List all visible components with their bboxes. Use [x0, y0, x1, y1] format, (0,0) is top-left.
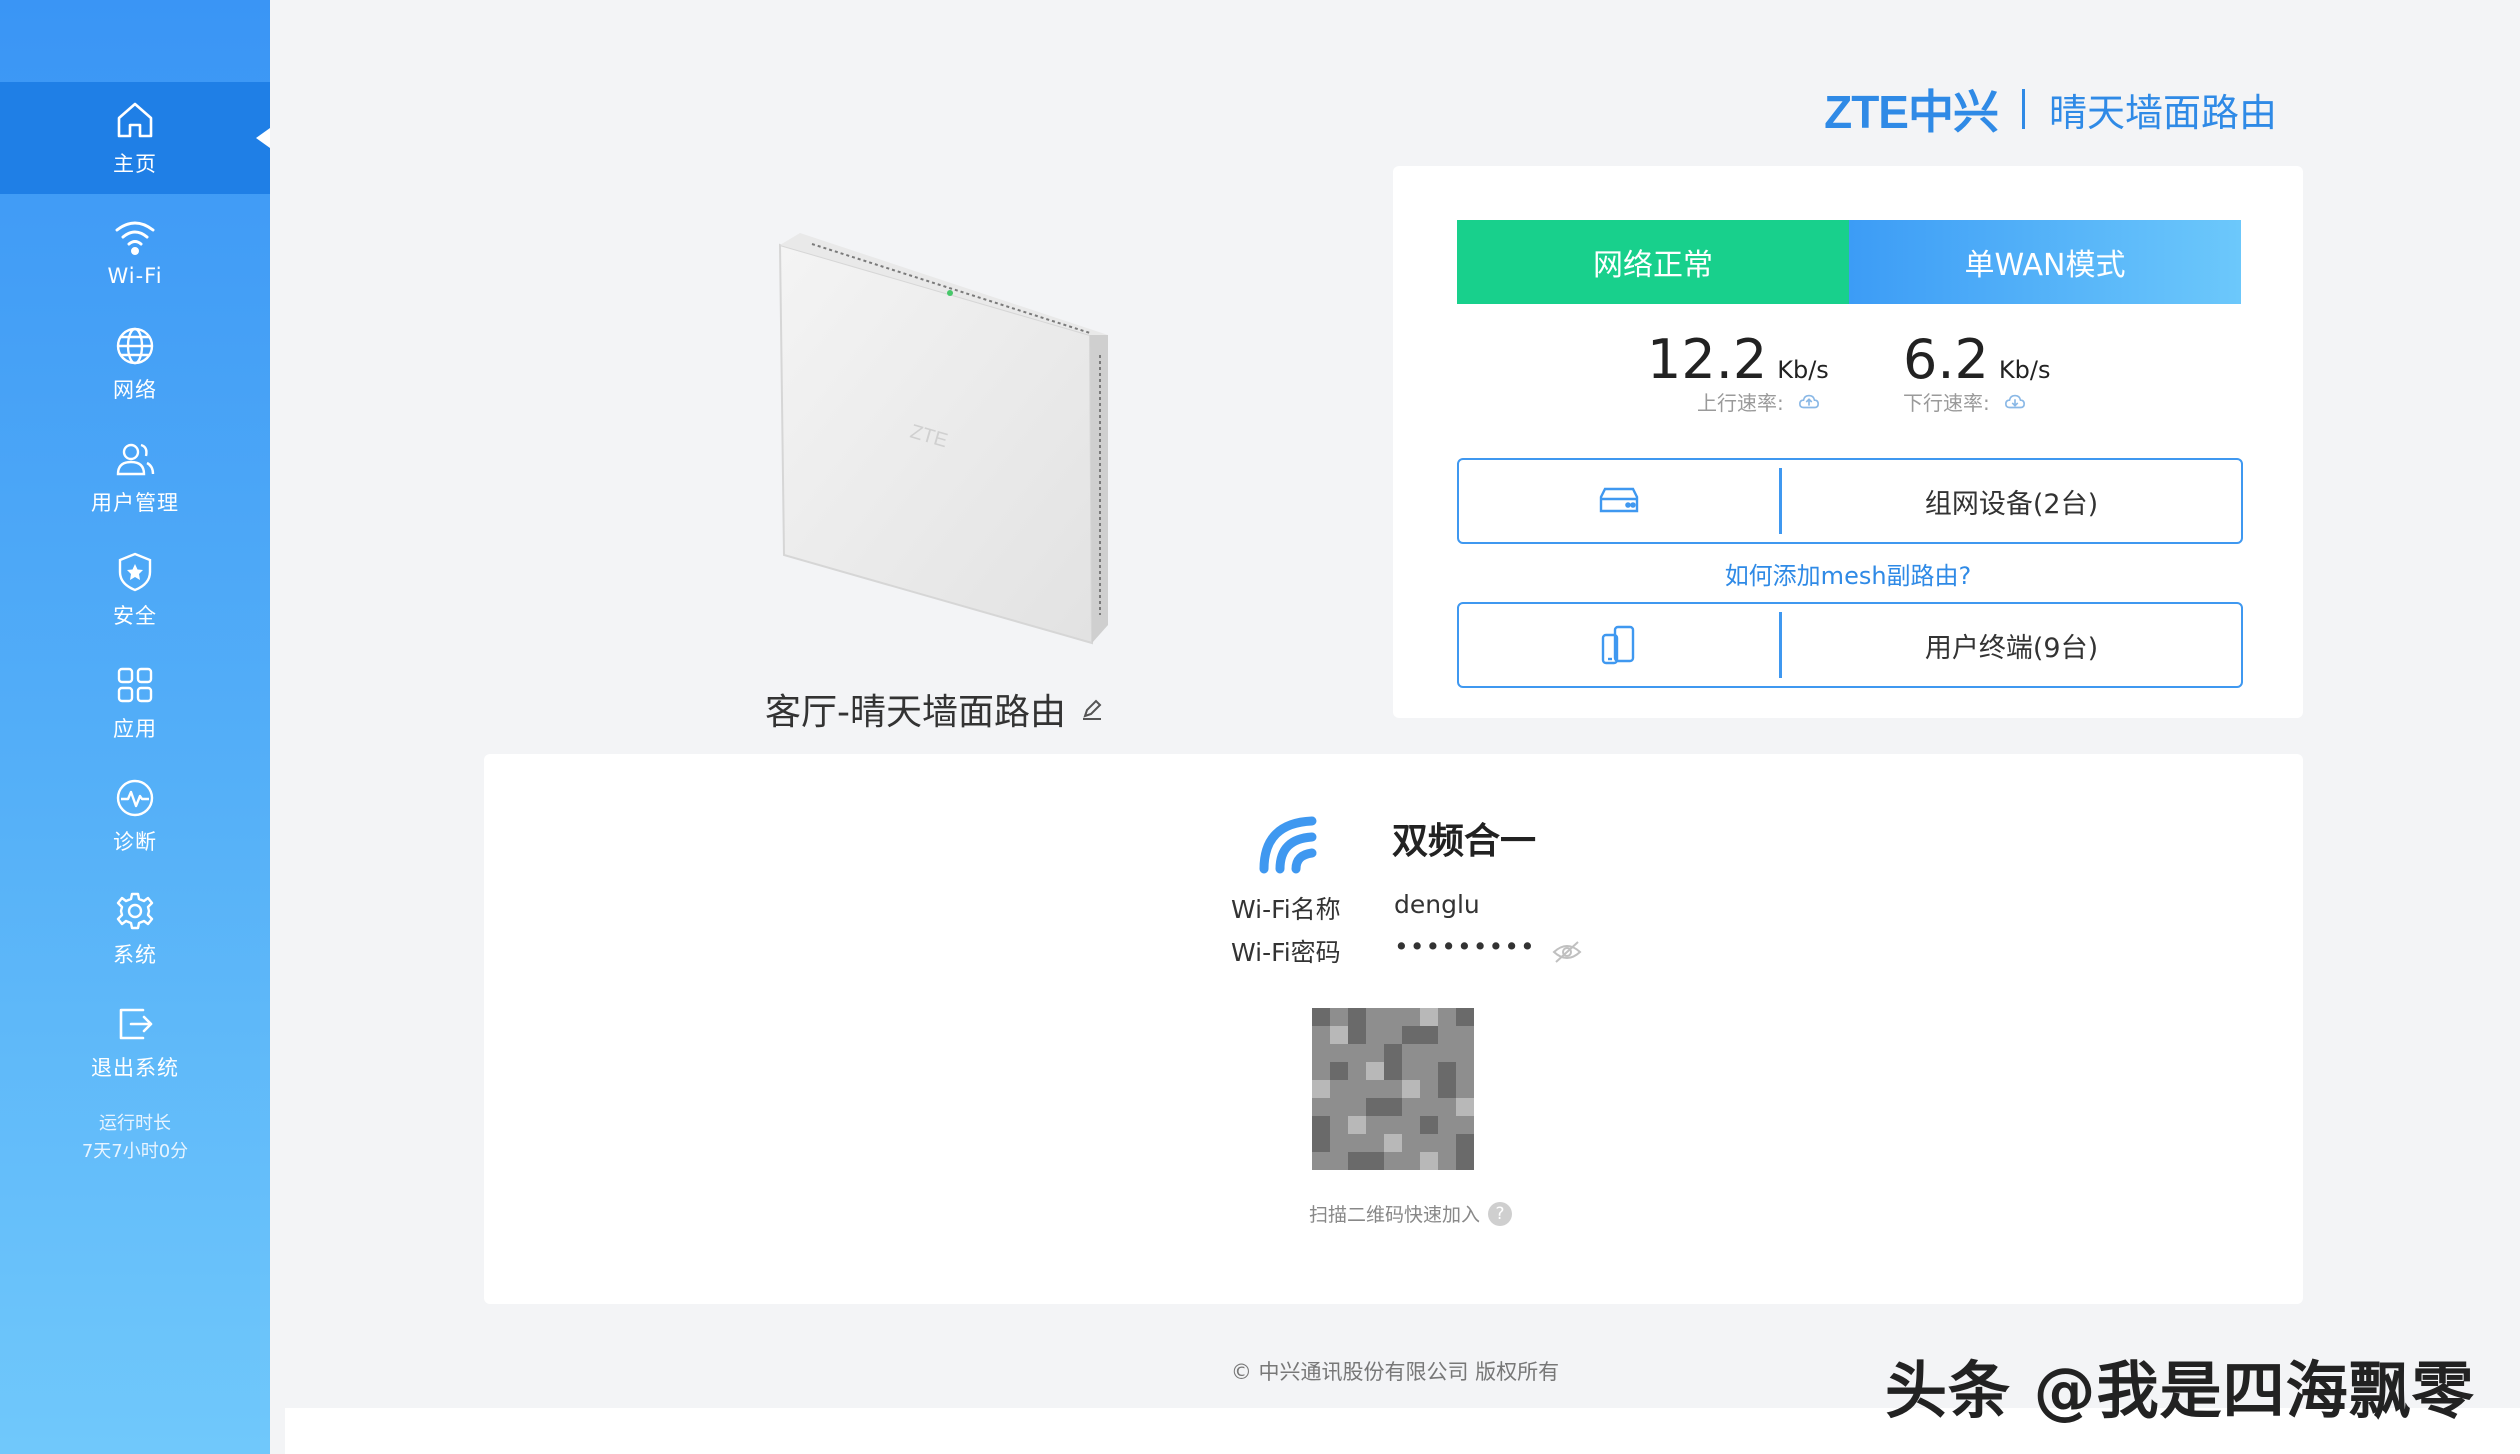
- wifi-signal-icon: [1259, 816, 1317, 874]
- download-value: 6.2: [1903, 328, 1989, 391]
- sidebar-item-network[interactable]: 网络: [0, 308, 270, 420]
- uptime: 运行时长 7天7小时0分: [0, 1110, 270, 1166]
- sidebar-item-logout[interactable]: 退出系统: [0, 986, 270, 1098]
- router-name: 客厅-晴天墙面路由: [765, 683, 1104, 735]
- network-status: 网络正常: [1457, 220, 1849, 304]
- upload-speed: 12.2 Kb/s 上行速率:: [1647, 328, 1829, 416]
- globe-icon: [116, 327, 154, 365]
- wifi-icon: [115, 221, 155, 255]
- sidebar-item-system[interactable]: 系统: [0, 873, 270, 985]
- uptime-label: 运行时长: [99, 1113, 171, 1134]
- sidebar-item-users[interactable]: 用户管理: [0, 421, 270, 533]
- help-icon[interactable]: ?: [1488, 1201, 1513, 1226]
- product-title: 晴天墙面路由: [2048, 90, 2277, 135]
- sidebar-item-label: 应用: [113, 717, 157, 741]
- download-speed: 6.2 Kb/s 下行速率:: [1903, 328, 2050, 416]
- uptime-value: 7天7小时0分: [81, 1141, 189, 1162]
- mesh-devices-label: 组网设备(2台): [1924, 488, 2099, 520]
- router-name-text: 客厅-晴天墙面路由: [765, 692, 1066, 733]
- client-devices-button[interactable]: 用户终端(9台): [1457, 602, 2243, 688]
- client-device-icon-cell: [1459, 612, 1782, 678]
- zte-logo: ZTE中兴: [1824, 86, 1999, 138]
- mesh-devices-button[interactable]: 组网设备(2台): [1457, 458, 2243, 544]
- client-devices-label: 用户终端(9台): [1924, 632, 2099, 664]
- download-unit: Kb/s: [1998, 356, 2051, 384]
- sidebar-item-label: Wi-Fi: [107, 264, 163, 288]
- wan-mode: 单WAN模式: [1849, 220, 2241, 304]
- brand-header: ZTE中兴 晴天墙面路由: [1824, 76, 2277, 142]
- sidebar-item-label: 用户管理: [91, 491, 179, 515]
- sidebar-item-label: 安全: [113, 604, 157, 628]
- status-bar: 网络正常 单WAN模式: [1457, 220, 2241, 304]
- cloud-upload-icon: [1798, 394, 1819, 408]
- wifi-card: 双频合一 Wi-Fi名称 denglu Wi-Fi密码 ••••••••• 扫描…: [484, 754, 2303, 1304]
- qr-caption: 扫描二维码快速加入 ?: [1309, 1200, 1513, 1227]
- home-icon: [117, 102, 153, 138]
- sidebar-item-label: 退出系统: [91, 1056, 179, 1080]
- pulse-icon: [116, 779, 154, 817]
- upload-label: 上行速率:: [1697, 391, 1784, 415]
- upload-unit: Kb/s: [1777, 356, 1829, 384]
- qr-caption-text: 扫描二维码快速加入: [1309, 1204, 1481, 1226]
- status-card: 网络正常 单WAN模式 12.2 Kb/s 上行速率: 6.2 Kb/s 下行速率:…: [1393, 166, 2303, 718]
- router-device-image: ZTE: [778, 233, 1108, 645]
- sidebar: 主页 Wi-Fi 网络 用户管理 安全 应用 诊断 系统 退出系统 运行时长 7…: [0, 0, 270, 1454]
- sidebar-item-label: 诊断: [113, 830, 157, 854]
- brand-divider: [2021, 89, 2025, 129]
- sidebar-item-label: 网络: [113, 378, 157, 402]
- watermark-text: 头条 @我是四海飘零: [1885, 1354, 2475, 1427]
- sidebar-item-security[interactable]: 安全: [0, 534, 270, 646]
- download-label: 下行速率:: [1903, 391, 1990, 415]
- wifi-password-label: Wi-Fi密码: [1231, 938, 1341, 967]
- sidebar-item-home[interactable]: 主页: [0, 82, 270, 194]
- wifi-password-value: •••••••••: [1394, 932, 1536, 961]
- sidebar-item-apps[interactable]: 应用: [0, 647, 270, 759]
- users-icon: [116, 443, 155, 476]
- add-mesh-link[interactable]: 如何添加mesh副路由?: [1393, 556, 2303, 591]
- edit-icon[interactable]: [1080, 697, 1104, 721]
- upload-value: 12.2: [1647, 328, 1768, 391]
- wifi-band-title: 双频合一: [1392, 821, 1537, 862]
- apps-icon: [117, 667, 153, 703]
- sidebar-item-diagnostics[interactable]: 诊断: [0, 760, 270, 872]
- sidebar-item-label: 主页: [113, 152, 157, 176]
- devices-icon: [1601, 625, 1635, 665]
- wifi-qr-code: [1312, 1008, 1474, 1170]
- sidebar-item-label: 系统: [113, 943, 157, 967]
- shield-icon: [118, 552, 152, 592]
- gear-icon: [116, 892, 154, 930]
- eye-hidden-icon[interactable]: [1552, 939, 1582, 965]
- wifi-name-value: denglu: [1394, 890, 1480, 919]
- logout-icon: [119, 1008, 153, 1040]
- wifi-name-label: Wi-Fi名称: [1231, 895, 1341, 924]
- mesh-device-icon-cell: [1459, 468, 1782, 534]
- router-icon: [1599, 487, 1639, 513]
- cloud-download-icon: [2004, 394, 2025, 408]
- sidebar-item-wifi[interactable]: Wi-Fi: [0, 195, 270, 307]
